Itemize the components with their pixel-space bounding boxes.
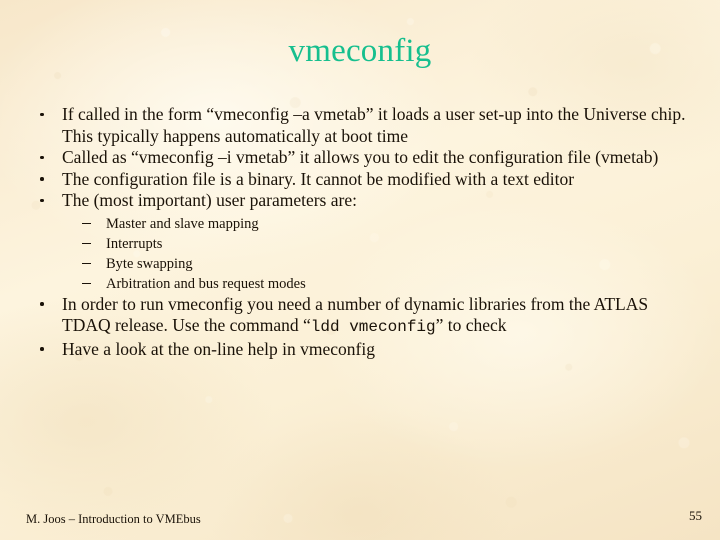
bullet-item: If called in the form “vmeconfig –a vmet… (28, 104, 692, 147)
sub-bullet-text: Byte swapping (106, 255, 193, 272)
bullet-text: The (most important) user parameters are… (62, 190, 357, 210)
bullet-dot-icon (40, 198, 44, 203)
dash-icon (82, 222, 91, 224)
bullet-item: The (most important) user parameters are… (28, 190, 692, 294)
slide-content: vmeconfig If called in the form “vmeconf… (0, 0, 720, 540)
bullet-dot-icon (40, 155, 44, 160)
slide-body: If called in the form “vmeconfig –a vmet… (28, 104, 692, 360)
slide-title: vmeconfig (288, 33, 432, 69)
dash-icon (82, 262, 91, 264)
footer-page-number: 55 (689, 508, 702, 523)
bullet-item: Have a look at the on-line help in vmeco… (28, 339, 692, 361)
dash-icon (82, 282, 91, 284)
sub-bullet-item: Master and slave mapping (72, 214, 692, 234)
sub-bullet-text: Arbitration and bus request modes (106, 275, 306, 292)
dash-icon (82, 242, 91, 244)
sub-bullet-item: Interrupts (72, 234, 692, 254)
bullet-item: Called as “vmeconfig –i vmetab” it allow… (28, 147, 692, 169)
sub-bullet-item: Byte swapping (72, 254, 692, 274)
bullet-item: In order to run vmeconfig you need a num… (28, 294, 692, 339)
sub-bullet-list: Master and slave mapping Interrupts Byte… (62, 214, 692, 294)
bullet-text: Called as “vmeconfig –i vmetab” it allow… (62, 147, 659, 167)
bullet-dot-icon (40, 177, 44, 181)
command-code: ldd vmeconfig (310, 318, 436, 336)
bullet-dot-icon (40, 347, 44, 351)
bullet-dot-icon (40, 302, 44, 306)
bullet-text: Have a look at the on-line help in vmeco… (62, 338, 375, 359)
bullet-text: If called in the form “vmeconfig –a vmet… (62, 104, 686, 146)
bullet-dot-icon (40, 112, 44, 117)
footer-attribution: M. Joos – Introduction to VMEbus (26, 512, 201, 526)
bullet-text: The configuration file is a binary. It c… (62, 168, 575, 189)
slide-canvas: vmeconfig If called in the form “vmeconf… (0, 0, 720, 540)
bullet-text-segment: ” to check (435, 315, 507, 335)
sub-bullet-item: Arbitration and bus request modes (72, 274, 692, 294)
bullet-list: If called in the form “vmeconfig –a vmet… (28, 104, 692, 360)
sub-bullet-text: Master and slave mapping (106, 215, 259, 232)
sub-bullet-text: Interrupts (106, 235, 163, 252)
bullet-item: The configuration file is a binary. It c… (28, 169, 692, 191)
